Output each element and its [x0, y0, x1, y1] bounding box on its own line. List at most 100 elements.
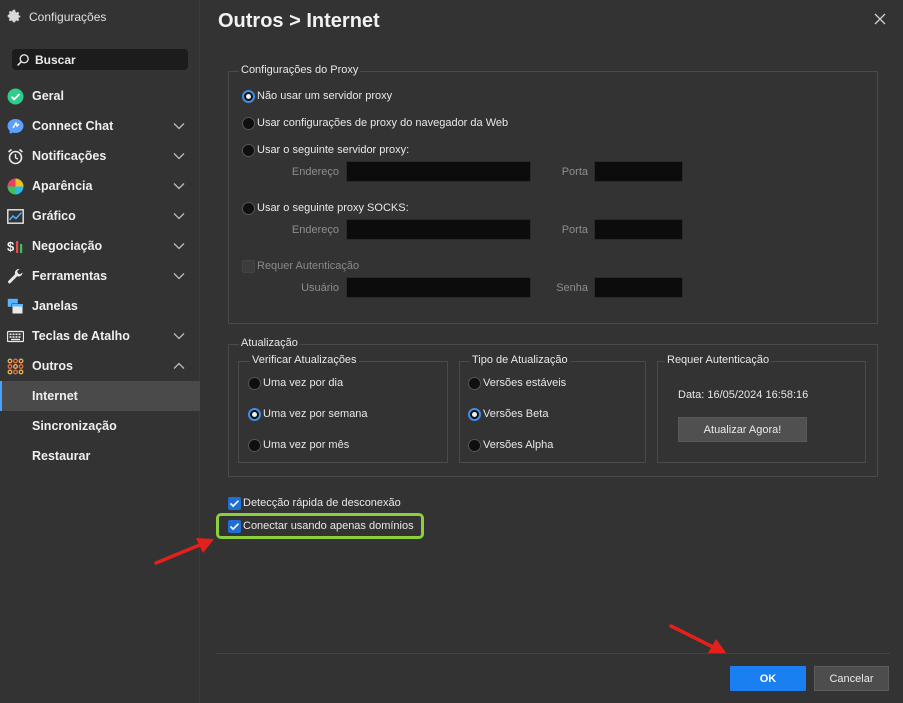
update-auth-title: Requer Autenticação	[665, 354, 772, 366]
arrow-icon	[154, 538, 214, 565]
keyboard-icon	[7, 330, 24, 343]
chevron-down-icon	[173, 243, 185, 250]
sidebar-item-label: Geral	[32, 89, 64, 103]
sidebar-item-ferramentas[interactable]: Ferramentas	[0, 261, 200, 291]
sidebar-item-connect-chat[interactable]: Connect Chat	[0, 111, 200, 141]
socks-address-label: Endereço	[291, 224, 339, 236]
radio-type-stable-label: Versões estáveis	[483, 377, 567, 389]
sidebar-item-teclas-de-atalho[interactable]: Teclas de Atalho	[0, 321, 200, 351]
sidebar-item-label: Negociação	[32, 239, 103, 253]
user-field[interactable]	[346, 277, 531, 298]
radio-type-beta[interactable]	[468, 408, 481, 421]
sidebar-item-label: Internet	[32, 389, 78, 403]
color-wheel-icon	[7, 178, 24, 195]
radio-no-proxy-label: Não usar um servidor proxy	[257, 90, 393, 102]
sidebar-item-label: Teclas de Atalho	[32, 329, 130, 343]
radio-server-proxy-label: Usar o seguinte servidor proxy:	[257, 144, 410, 156]
sidebar-item-aparencia[interactable]: Aparência	[0, 171, 200, 201]
sidebar-item-restaurar[interactable]: Restaurar	[0, 441, 200, 471]
radio-check-weekly-label: Uma vez por semana	[263, 408, 368, 420]
alarm-clock-icon	[7, 148, 24, 165]
ok-button[interactable]: OK	[730, 666, 806, 691]
arrow-icon	[669, 624, 727, 654]
dollar-bars-icon: $	[7, 239, 23, 254]
sidebar-item-janelas[interactable]: Janelas	[0, 291, 200, 321]
footer-divider	[216, 653, 890, 654]
radio-check-monthly-label: Uma vez por mês	[263, 439, 350, 451]
radio-socks-proxy-label: Usar o seguinte proxy SOCKS:	[257, 202, 409, 214]
sidebar-item-label: Gráfico	[32, 209, 76, 223]
sidebar-item-label: Ferramentas	[32, 269, 108, 283]
svg-text:$: $	[7, 239, 15, 254]
sidebar-item-internet[interactable]: Internet	[0, 381, 200, 411]
server-port-field[interactable]	[594, 161, 683, 182]
sidebar-item-label: Restaurar	[32, 449, 91, 463]
chevron-down-icon	[173, 333, 185, 340]
check-circle-icon	[7, 88, 24, 105]
radio-server-proxy[interactable]	[242, 144, 255, 157]
window-title-text: Configurações	[29, 10, 107, 24]
search-input[interactable]: Buscar	[12, 49, 188, 70]
highlight-box	[216, 513, 424, 539]
socks-address-field[interactable]	[346, 219, 531, 240]
proxy-group-title: Configurações do Proxy	[239, 64, 361, 76]
radio-check-monthly[interactable]	[248, 439, 261, 452]
close-icon[interactable]	[873, 12, 887, 26]
radio-no-proxy[interactable]	[242, 90, 255, 103]
last-update-date: Data: 16/05/2024 16:58:16	[678, 389, 809, 401]
chevron-down-icon	[173, 273, 185, 280]
sidebar: Configurações Buscar Geral Connect Chat …	[0, 0, 200, 703]
sidebar-item-label: Outros	[32, 359, 73, 373]
sidebar-item-negociacao[interactable]: $ Negociação	[0, 231, 200, 261]
check-updates-title: Verificar Atualizações	[250, 354, 359, 366]
sidebar-item-geral[interactable]: Geral	[0, 81, 200, 111]
radio-check-daily[interactable]	[248, 377, 261, 390]
chevron-up-icon	[173, 362, 185, 369]
sidebar-item-label: Notificações	[32, 149, 107, 163]
windows-icon	[7, 298, 24, 315]
auth-checkbox[interactable]	[242, 260, 255, 273]
search-icon	[17, 53, 29, 66]
chevron-down-icon	[173, 123, 185, 130]
page-title: Outros > Internet	[218, 10, 380, 32]
sidebar-item-label: Aparência	[32, 179, 93, 193]
socks-port-field[interactable]	[594, 219, 683, 240]
sidebar-item-notificacoes[interactable]: Notificações	[0, 141, 200, 171]
sidebar-item-label: Connect Chat	[32, 119, 114, 133]
sidebar-item-label: Janelas	[32, 299, 78, 313]
sidebar-item-grafico[interactable]: Gráfico	[0, 201, 200, 231]
update-type-title: Tipo de Atualização	[470, 354, 570, 366]
password-field[interactable]	[594, 277, 683, 298]
radio-type-alpha-label: Versões Alpha	[483, 439, 554, 451]
fast-disconnect-checkbox[interactable]	[228, 497, 241, 510]
sidebar-item-outros[interactable]: Outros	[0, 351, 200, 381]
chevron-down-icon	[173, 183, 185, 190]
dots-grid-icon	[7, 358, 24, 375]
radio-type-stable[interactable]	[468, 377, 481, 390]
update-auth-group	[657, 361, 866, 463]
line-chart-icon	[7, 209, 24, 224]
update-group-title: Atualização	[239, 337, 300, 349]
cancel-button[interactable]: Cancelar	[814, 666, 889, 691]
chat-bubble-icon	[7, 119, 24, 134]
password-label: Senha	[556, 282, 588, 294]
radio-browser-proxy[interactable]	[242, 117, 255, 130]
radio-socks-proxy[interactable]	[242, 202, 255, 215]
sidebar-item-label: Sincronização	[32, 419, 117, 433]
sidebar-item-sincronizacao[interactable]: Sincronização	[0, 411, 200, 441]
gear-icon	[7, 9, 21, 23]
server-port-label: Porta	[561, 166, 588, 178]
fast-disconnect-label: Detecção rápida de desconexão	[243, 497, 401, 509]
chevron-down-icon	[173, 213, 185, 220]
checkmark-icon	[229, 500, 240, 508]
radio-check-weekly[interactable]	[248, 408, 261, 421]
search-placeholder: Buscar	[35, 52, 76, 67]
radio-type-alpha[interactable]	[468, 439, 481, 452]
update-now-button[interactable]: Atualizar Agora!	[678, 417, 807, 442]
auth-checkbox-label: Requer Autenticação	[257, 260, 360, 272]
server-address-label: Endereço	[291, 166, 339, 178]
wrench-icon	[7, 268, 23, 284]
window-title: Configurações	[6, 8, 106, 26]
radio-type-beta-label: Versões Beta	[483, 408, 549, 420]
server-address-field[interactable]	[346, 161, 531, 182]
